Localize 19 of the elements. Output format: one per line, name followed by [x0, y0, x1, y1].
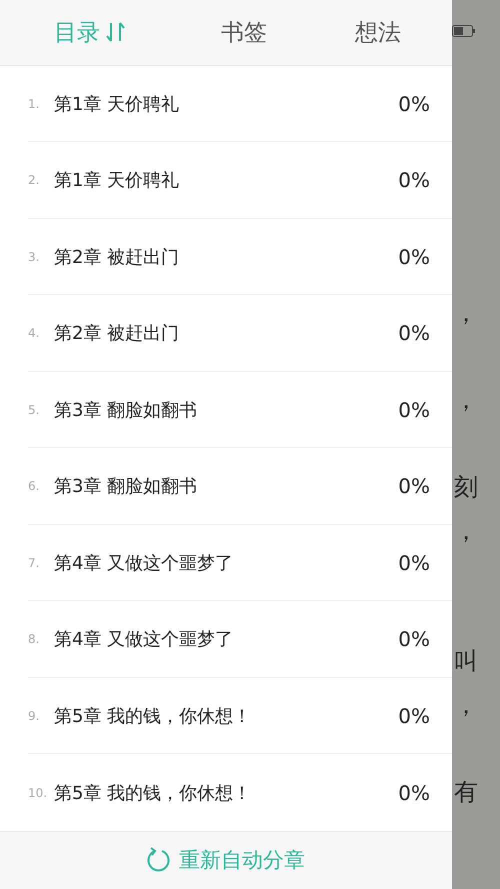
page-text: 叫 [454, 646, 478, 677]
page-text: 有 [454, 776, 478, 808]
chapter-number: 6. [28, 479, 40, 494]
chapter-number: 9. [28, 708, 40, 723]
chapter-number: 7. [28, 556, 40, 570]
chapter-number: 8. [28, 632, 40, 646]
chapter-progress: 0% [398, 704, 430, 728]
page-text: ， [454, 385, 478, 416]
chapter-progress: 0% [398, 780, 430, 805]
chapter-number: 5. [28, 402, 40, 417]
chapter-number: 10. [28, 786, 48, 800]
chapter-number: 2. [28, 173, 40, 188]
chapter-number: 4. [28, 326, 40, 340]
page-text: ， [454, 690, 478, 720]
page-text: 刻 [454, 472, 478, 503]
page-text: ， [454, 298, 478, 329]
page-text: ， [454, 516, 478, 546]
chapter-number: 3. [28, 250, 40, 264]
chapter-number: 1. [28, 96, 40, 111]
